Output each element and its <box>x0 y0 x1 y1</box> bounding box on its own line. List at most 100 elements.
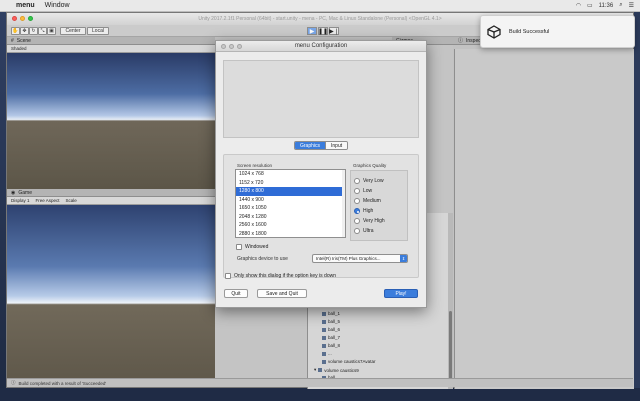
display-dropdown[interactable]: Display 1 <box>11 198 30 203</box>
windowed-label: Windowed <box>245 244 269 250</box>
checkbox-icon <box>236 244 242 250</box>
game-tab-label: Game <box>18 189 32 196</box>
quality-high-radio[interactable]: High <box>354 208 373 214</box>
gameobject-icon <box>322 351 326 356</box>
hand-tool-icon[interactable]: ✋ <box>11 27 20 35</box>
quality-low-radio[interactable]: Low <box>354 188 372 194</box>
gameobject-icon <box>322 335 326 340</box>
radio-icon <box>354 228 360 234</box>
chevron-updown-icon: ⇕ <box>400 255 407 262</box>
resolution-option[interactable]: 1440 x 900 <box>236 196 345 205</box>
rect-tool-icon[interactable]: ▣ <box>47 27 56 35</box>
rotate-tool-icon[interactable]: ↻ <box>29 27 38 35</box>
graphics-device-select[interactable]: Intel(R) Iris(TM) Plus Graphics... ⇕ <box>312 254 408 263</box>
scene-shading-dropdown[interactable]: Shaded <box>11 46 27 51</box>
list-item[interactable]: ball_1 <box>322 311 340 316</box>
step-icon[interactable]: ▶❘ <box>329 27 339 35</box>
game-tab-header[interactable]: ◉ Game <box>7 189 215 197</box>
gameobject-icon <box>322 319 326 324</box>
tab-input[interactable]: Input <box>325 142 348 149</box>
list-item[interactable]: ▾ volume caustics9 <box>314 367 359 373</box>
dialog-title-bar[interactable]: menu Configuration <box>216 41 426 52</box>
list-item[interactable]: ball_5 <box>322 319 340 324</box>
list-item[interactable]: ... <box>322 351 332 356</box>
resolution-option[interactable]: 2560 x 1600 <box>236 221 345 230</box>
window-controls <box>12 16 33 21</box>
only-show-checkbox[interactable]: Only show this dialog if the option key … <box>225 273 336 279</box>
graphics-device-value: Intel(R) Iris(TM) Plus Graphics... <box>316 256 381 261</box>
clock[interactable]: 11:36 <box>599 3 614 9</box>
radio-icon <box>354 218 360 224</box>
pivot-local-button[interactable]: Local <box>87 27 109 35</box>
windowed-checkbox[interactable]: Windowed <box>236 244 268 250</box>
status-text: Build completed with a result of 'Succee… <box>18 380 107 386</box>
inspector-tab-label: Inspec <box>466 37 481 44</box>
move-tool-icon[interactable]: ✥ <box>20 27 29 35</box>
scene-view-toolbar: Shaded <box>7 45 215 53</box>
notification-text: Build Successful <box>509 28 550 35</box>
dialog-title: menu Configuration <box>294 43 348 49</box>
screen-resolution-label: Screen resolution <box>237 163 273 168</box>
resolution-option[interactable]: 1024 x 768 <box>236 170 345 179</box>
dialog-window-controls <box>221 44 242 49</box>
graphics-device-label: Graphics device to use <box>237 256 288 262</box>
scrollbar-thumb[interactable] <box>449 311 452 381</box>
hierarchy-scrollbar[interactable] <box>448 213 453 389</box>
list-item[interactable]: ball_8 <box>322 343 340 348</box>
resolution-scrollbar[interactable] <box>342 170 345 237</box>
scene-view[interactable] <box>7 53 215 189</box>
resolution-option[interactable]: 2048 x 1280 <box>236 213 345 222</box>
resolution-list[interactable]: 1024 x 768 1152 x 720 1280 x 800 1440 x … <box>235 169 346 238</box>
search-icon[interactable]: ⌕ <box>619 2 622 9</box>
close-button[interactable] <box>12 16 17 21</box>
resolution-option[interactable]: 1152 x 720 <box>236 179 345 188</box>
desktop-dock-area <box>0 388 640 401</box>
aspect-dropdown[interactable]: Free Aspect <box>36 198 60 203</box>
scene-tab-header[interactable]: # Scene <box>7 37 215 45</box>
quality-very-low-radio[interactable]: Very Low <box>354 178 384 184</box>
app-menu[interactable]: menu <box>16 2 35 9</box>
radio-icon <box>354 178 360 184</box>
pivot-center-button[interactable]: Center <box>60 27 86 35</box>
quality-medium-radio[interactable]: Medium <box>354 198 381 204</box>
expand-arrow-icon[interactable]: ▾ <box>314 367 316 373</box>
play-button[interactable]: Play! <box>384 289 418 298</box>
list-item[interactable]: ball_7 <box>322 335 340 340</box>
dialog-close-button[interactable] <box>221 44 226 49</box>
resolution-option-selected[interactable]: 1280 x 800 <box>236 187 345 196</box>
status-bar: ⓘ Build completed with a result of 'Succ… <box>7 378 633 387</box>
game-tab-icon: ◉ <box>11 189 16 196</box>
list-item[interactable]: volume caustics7Avatar <box>322 359 375 364</box>
battery-icon[interactable]: ▭ <box>587 2 593 9</box>
build-notification[interactable]: Build Successful <box>480 15 635 48</box>
save-and-quit-button[interactable]: Save and Quit <box>257 289 307 298</box>
tab-graphics[interactable]: Graphics <box>295 142 326 149</box>
pause-icon[interactable]: ❚❚ <box>318 27 328 35</box>
window-menu[interactable]: Window <box>45 2 70 9</box>
wifi-icon[interactable]: ◠ <box>576 2 581 9</box>
dialog-zoom-button[interactable] <box>237 44 242 49</box>
graphics-quality-label: Graphics Quality <box>353 163 387 168</box>
resolution-option[interactable]: 1650 x 1050 <box>236 204 345 213</box>
quit-button[interactable]: Quit <box>224 289 248 298</box>
gameobject-icon <box>322 359 326 364</box>
zoom-button[interactable] <box>28 16 33 21</box>
quality-very-high-radio[interactable]: Very High <box>354 218 385 224</box>
quality-ultra-radio[interactable]: Ultra <box>354 228 374 234</box>
resolution-option[interactable]: 2880 x 1800 <box>236 230 345 238</box>
window-title: Unity 2017.2.1f1 Personal (64bit) - star… <box>198 16 442 22</box>
list-item[interactable]: ball_6 <box>322 327 340 332</box>
game-view[interactable] <box>7 205 215 380</box>
gameobject-icon <box>322 327 326 332</box>
scale-tool-icon[interactable]: ⤡ <box>38 27 47 35</box>
radio-selected-icon <box>354 208 360 214</box>
gameobject-icon <box>322 343 326 348</box>
radio-icon <box>354 198 360 204</box>
notification-center-icon[interactable]: ☰ <box>629 2 634 9</box>
unity-logo-icon <box>487 24 501 39</box>
game-view-toolbar: Display 1 Free Aspect Scale <box>7 197 215 205</box>
inspector-panel <box>454 49 634 389</box>
dialog-minimize-button[interactable] <box>229 44 234 49</box>
minimize-button[interactable] <box>20 16 25 21</box>
play-icon[interactable]: ▶ <box>307 27 317 35</box>
